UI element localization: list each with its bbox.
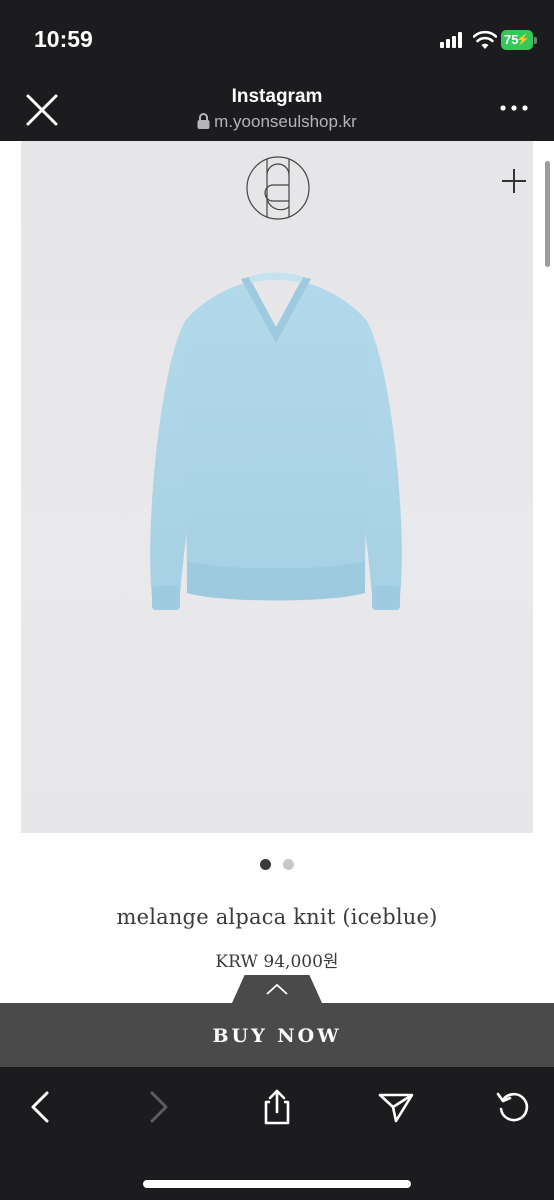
send-icon[interactable] [376, 1087, 416, 1127]
page-content: melange alpaca knit (iceblue) KRW 94,000… [0, 141, 554, 1067]
browser-header: Instagram m.yoonseulshop.kr [0, 80, 554, 141]
battery-indicator: 75 ⚡ [501, 30, 533, 50]
pagination-dot-2[interactable] [283, 859, 295, 870]
status-bar: 10:59 75 ⚡ [0, 0, 554, 80]
wifi-icon [473, 30, 497, 49]
product-price: KRW 94,000원 [215, 952, 339, 972]
forward-icon [150, 1091, 168, 1123]
reload-icon[interactable] [493, 1087, 533, 1127]
browser-title: Instagram [231, 86, 323, 107]
product-image[interactable] [21, 141, 533, 833]
home-indicator[interactable] [143, 1180, 411, 1188]
pagination-dot-1[interactable] [259, 859, 271, 870]
expand-tab[interactable] [232, 975, 322, 1003]
share-icon[interactable] [257, 1087, 297, 1127]
battery-cap [534, 37, 537, 44]
image-pagination [0, 857, 554, 875]
buy-now-label: BUY NOW [212, 1025, 342, 1047]
status-time: 10:59 [34, 26, 93, 52]
sweater-image [150, 272, 402, 610]
product-name: melange alpaca knit (iceblue) [116, 905, 438, 929]
plus-icon[interactable] [499, 166, 529, 196]
scrollbar[interactable] [545, 161, 550, 267]
cellular-signal-icon [440, 32, 466, 48]
more-options-icon[interactable] [496, 96, 532, 120]
buy-now-button[interactable]: BUY NOW [0, 1003, 554, 1067]
lock-icon [197, 113, 210, 129]
back-icon[interactable] [21, 1087, 61, 1127]
url-text: m.yoonseulshop.kr [214, 112, 357, 131]
browser-toolbar [0, 1067, 554, 1200]
url-display[interactable]: m.yoonseulshop.kr [0, 112, 554, 132]
brand-logo [246, 156, 310, 220]
chevron-up-icon [266, 983, 288, 995]
charging-bolt-icon: ⚡ [516, 34, 530, 46]
